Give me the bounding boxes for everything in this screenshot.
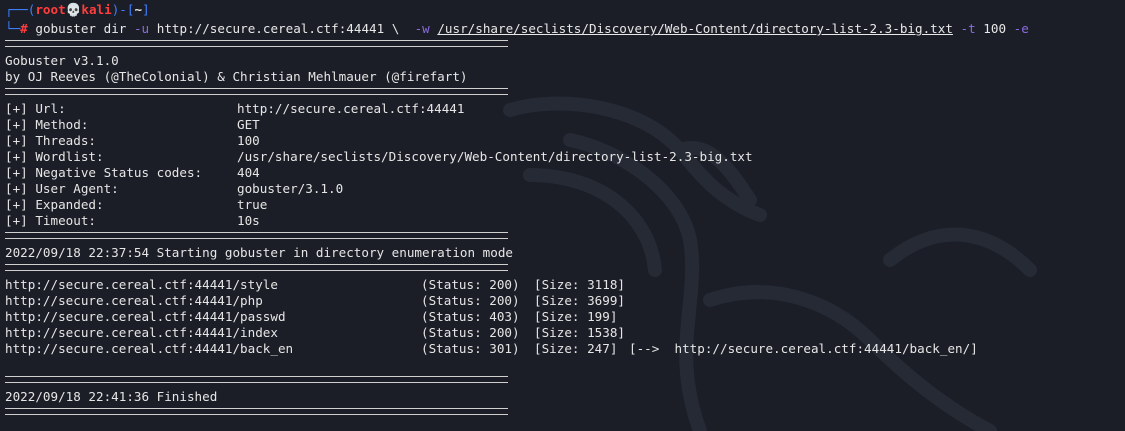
result-status: (Status: 200)	[421, 325, 520, 340]
terminal-window[interactable]: ┌──(root💀kali)-[~] └─# gobuster dir -u h…	[0, 0, 1125, 431]
result-url: http://secure.cereal.ctf:44441/index	[5, 325, 278, 340]
result-size: [Size: 3699]	[534, 293, 625, 308]
prompt-separator: )-[	[111, 2, 135, 17]
line-continuation: \	[391, 21, 400, 36]
result-status: (Status: 200)	[421, 277, 520, 292]
skull-icon: 💀	[65, 2, 82, 17]
config-value: gobuster/3.1.0	[237, 181, 344, 196]
config-value: true	[237, 197, 268, 212]
result-url: http://secure.cereal.ctf:44441/style	[5, 277, 278, 292]
banner-credits: by OJ Reeves (@TheColonial) & Christian …	[5, 69, 468, 84]
config-value: GET	[237, 117, 260, 132]
result-size: [Size: 1538]	[534, 325, 625, 340]
result-url: http://secure.cereal.ctf:44441/passwd	[5, 309, 286, 324]
prompt-corner-bottom: └─	[5, 21, 21, 36]
kali-dragon-watermark	[503, 96, 1037, 431]
config-value: 404	[237, 165, 260, 180]
separator	[5, 408, 508, 415]
result-status: (Status: 200)	[421, 293, 520, 308]
result-url: http://secure.cereal.ctf:44441/back_en	[5, 341, 294, 356]
url-flag: -u	[133, 21, 150, 36]
config-value: 10s	[237, 213, 260, 228]
banner-version: Gobuster v3.1.0	[5, 53, 119, 68]
config-key: [+] User Agent:	[5, 181, 119, 196]
config-key: [+] Url:	[5, 101, 66, 116]
wordlist-flag: -w	[414, 21, 430, 36]
result-size: [Size: 3118]	[534, 277, 625, 292]
separator	[5, 376, 508, 383]
config-key: [+] Threads:	[5, 133, 96, 148]
threads-flag: -t	[960, 21, 976, 36]
result-status: (Status: 301)	[421, 341, 520, 356]
command-subcommand: dir	[103, 21, 127, 36]
config-key: [+] Expanded:	[5, 197, 104, 212]
separator	[5, 232, 508, 239]
prompt-directory: ~	[134, 2, 143, 17]
config-key: [+] Timeout:	[5, 213, 96, 228]
separator	[5, 264, 508, 271]
command-threads: 100	[983, 21, 1007, 36]
command-program: gobuster	[35, 21, 97, 36]
command-line[interactable]: └─# gobuster dir -u http://secure.cereal…	[5, 21, 1029, 37]
config-key: [+] Negative Status codes:	[5, 165, 203, 180]
separator	[5, 88, 508, 95]
command-wordlist-path: /usr/share/seclists/Discovery/Web-Conten…	[437, 21, 953, 36]
prompt-close: ]	[142, 2, 150, 17]
config-value: http://secure.cereal.ctf:44441	[237, 101, 465, 116]
result-size: [Size: 247]	[534, 341, 618, 356]
config-value: 100	[237, 133, 260, 148]
expanded-flag: -e	[1013, 21, 1029, 36]
config-value: /usr/share/seclists/Discovery/Web-Conten…	[237, 149, 753, 164]
finish-message: 2022/09/18 22:41:36 Finished	[5, 389, 218, 404]
result-status: (Status: 403)	[421, 309, 520, 324]
result-redirect: [--> http://secure.cereal.ctf:44441/back…	[629, 341, 978, 356]
separator	[5, 40, 508, 47]
prompt-host: kali	[81, 2, 112, 17]
result-size: [Size: 199]	[534, 309, 618, 324]
config-key: [+] Method:	[5, 117, 89, 132]
config-key: [+] Wordlist:	[5, 149, 104, 164]
prompt-header: ┌──(root💀kali)-[~]	[5, 2, 150, 18]
prompt-corner-top: ┌──(	[5, 2, 36, 17]
prompt-user: root	[35, 2, 66, 17]
start-message: 2022/09/18 22:37:54 Starting gobuster in…	[5, 245, 513, 260]
prompt-hash: #	[20, 21, 28, 36]
result-url: http://secure.cereal.ctf:44441/php	[5, 293, 263, 308]
command-url: http://secure.cereal.ctf:44441	[156, 21, 385, 36]
